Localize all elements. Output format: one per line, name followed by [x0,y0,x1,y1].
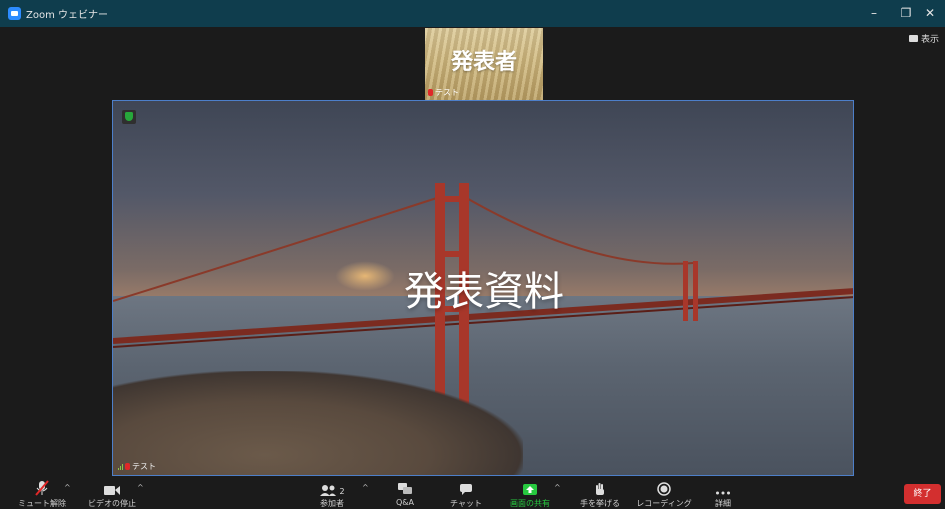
video-camera-icon [104,486,120,495]
microphone-muted-icon [35,480,49,496]
audio-options-caret-icon[interactable]: ^ [64,483,71,492]
close-button[interactable]: ✕ [913,0,945,27]
record-button[interactable]: レコーディング [634,478,694,509]
view-button[interactable]: 表示 [908,32,939,45]
shared-screen: 発表資料 テスト [112,100,854,476]
share-screen-label: 画面の共有 [510,499,550,508]
zoom-app-icon [8,7,21,20]
mic-muted-icon [428,89,433,96]
qa-icon [398,483,412,494]
sharer-name: テスト [132,462,156,471]
speaker-name-tag: テスト [428,87,459,98]
minimize-button[interactable]: – [857,0,891,27]
chat-icon [460,484,472,495]
sharer-name-tag: テスト [118,461,156,472]
chat-label: チャット [450,499,482,508]
speaker-name: テスト [435,88,459,97]
participants-icon [320,485,337,496]
participants-options-caret-icon[interactable]: ^ [362,483,369,492]
unmute-button[interactable]: ミュート解除 [18,478,66,509]
share-options-caret-icon[interactable]: ^ [554,483,561,492]
stop-video-label: ビデオの停止 [88,499,136,508]
participants-label: 参加者 [320,499,344,508]
raise-hand-button[interactable]: 手を挙げる [578,478,622,509]
stop-video-button[interactable]: ビデオの停止 [86,478,138,509]
end-meeting-button[interactable]: 終了 [904,484,941,504]
more-label: 詳細 [715,499,731,508]
share-screen-button[interactable]: 画面の共有 [504,478,556,509]
video-options-caret-icon[interactable]: ^ [137,483,144,492]
share-screen-icon [523,484,537,495]
shield-icon[interactable] [122,110,136,124]
more-button[interactable]: 詳細 [708,478,738,509]
chat-button[interactable]: チャット [448,478,484,509]
speaker-label: 発表者 [450,50,517,75]
raise-hand-label: 手を挙げる [580,499,620,508]
view-button-label: 表示 [920,35,939,45]
unmute-label: ミュート解除 [18,499,66,508]
presentation-title: 発表資料 [404,269,564,315]
participants-count: 2 [339,487,345,496]
qa-button[interactable]: Q&A [390,478,420,507]
mic-muted-icon [125,463,130,470]
qa-label: Q&A [395,498,414,507]
rocky-hillside [113,371,523,475]
raise-hand-icon [596,483,604,495]
record-icon [657,482,671,496]
more-icon [716,491,730,495]
meeting-toolbar: ミュート解除 ^ ビデオの停止 ^ 2 参加者 ^ Q&A チャット 画面の共有… [0,478,945,508]
window-title: Zoom ウェビナー [26,10,109,21]
participants-button[interactable]: 2 参加者 [312,478,352,509]
title-bar: Zoom ウェビナー – ❐ ✕ [0,0,945,27]
grid-icon [908,35,918,42]
record-label: レコーディング [636,499,692,508]
signal-strength-icon [118,463,123,470]
speaker-video-thumbnail[interactable]: 発表者 テスト [425,28,543,100]
